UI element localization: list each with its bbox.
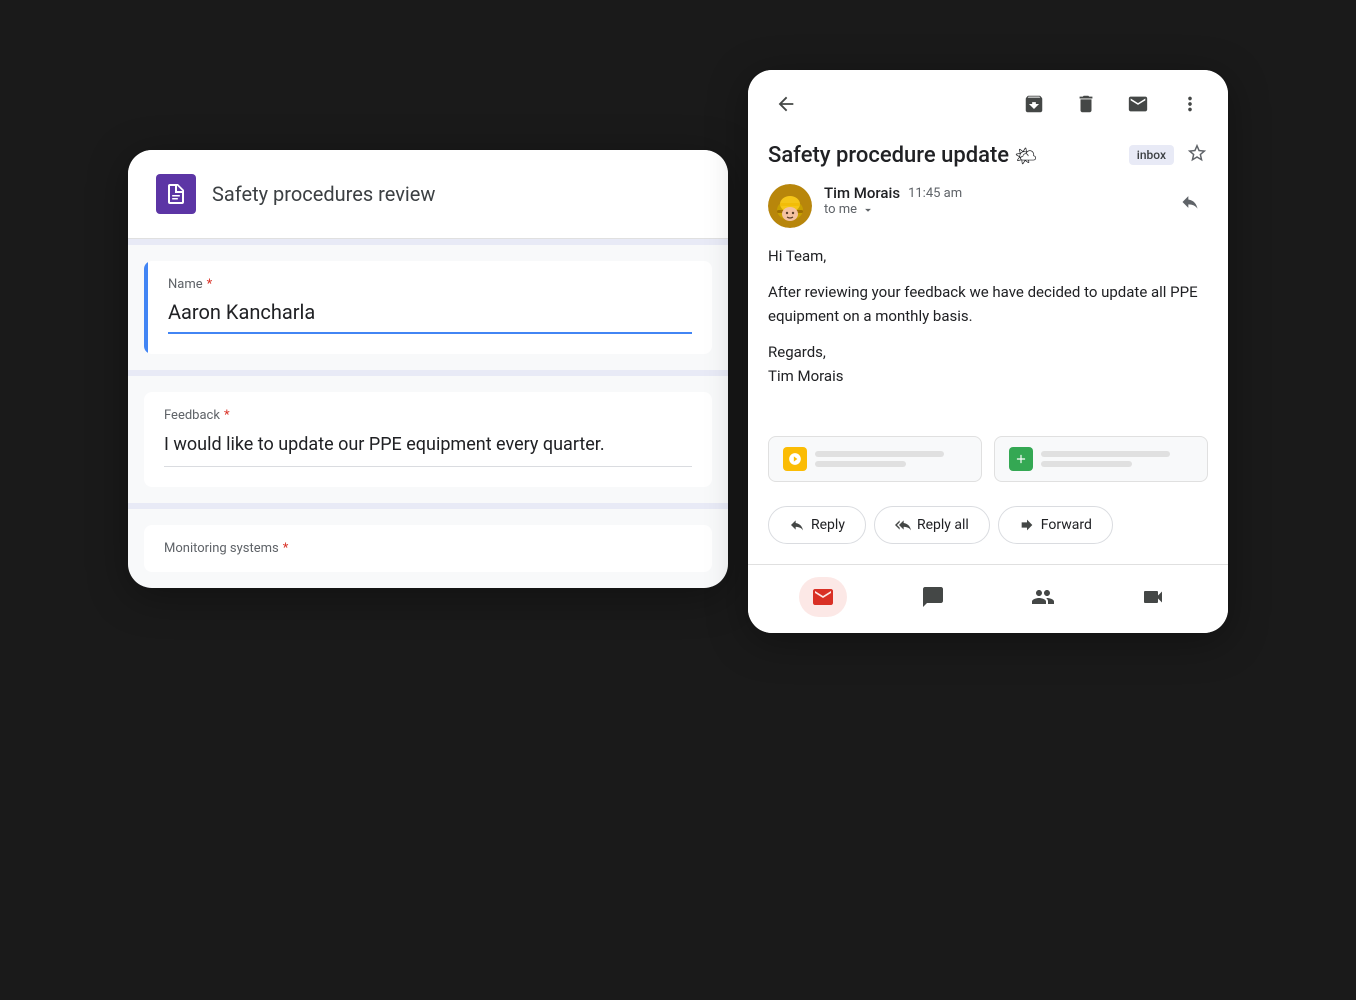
text-line — [1041, 451, 1170, 457]
text-line — [1041, 461, 1132, 467]
email-body-text: After reviewing your feedback we have de… — [768, 280, 1208, 328]
email-body: Hi Team, After reviewing your feedback w… — [748, 244, 1228, 420]
nav-chat[interactable] — [909, 577, 957, 617]
delete-button[interactable] — [1068, 86, 1104, 122]
toolbar-left — [768, 86, 804, 122]
toolbar-right — [1016, 86, 1208, 122]
name-required: * — [207, 277, 213, 292]
document-icon — [164, 182, 188, 206]
sender-name-row: Tim Morais 11:45 am — [824, 184, 1160, 202]
attachments-row — [748, 420, 1228, 498]
nav-meet[interactable] — [1129, 577, 1177, 617]
attachment-icon-yellow — [783, 447, 807, 471]
name-value[interactable]: Aaron Kancharla — [168, 300, 692, 334]
email-greeting: Hi Team, — [768, 244, 1208, 268]
form-divider — [128, 239, 728, 245]
text-line — [815, 461, 906, 467]
archive-button[interactable] — [1016, 86, 1052, 122]
action-buttons: Reply Reply all Forward — [748, 498, 1228, 564]
nav-spaces[interactable] — [1019, 577, 1067, 617]
attachment-chip-2[interactable] — [994, 436, 1208, 482]
sender-name: Tim Morais — [824, 184, 900, 202]
quick-reply-button[interactable] — [1172, 184, 1208, 220]
name-field-section: Name * Aaron Kancharla — [144, 261, 712, 354]
form-icon — [156, 174, 196, 214]
subject-row: Safety procedure update 🌤 inbox — [748, 138, 1228, 184]
sender-row: Tim Morais 11:45 am to me — [748, 184, 1228, 244]
email-regards: Regards, Tim Morais — [768, 340, 1208, 388]
attachment-icon-green — [1009, 447, 1033, 471]
feedback-field-section: Feedback * I would like to update our PP… — [144, 392, 712, 487]
feedback-required: * — [224, 408, 230, 423]
form-title: Safety procedures review — [212, 182, 435, 206]
attachment-1-text — [815, 451, 967, 467]
forward-button[interactable]: Forward — [998, 506, 1113, 544]
attachment-chip-1[interactable] — [768, 436, 982, 482]
weather-icon: 🌤 — [1015, 146, 1038, 167]
monitoring-required: * — [283, 541, 289, 556]
avatar-image — [768, 184, 812, 228]
form-header: Safety procedures review — [128, 150, 728, 239]
monitoring-label: Monitoring systems * — [164, 541, 692, 556]
monitoring-field-section: Monitoring systems * — [144, 525, 712, 572]
email-card: Safety procedure update 🌤 inbox — [748, 70, 1228, 633]
sender-to[interactable]: to me — [824, 202, 1160, 217]
form-card: Safety procedures review Name * Aaron Ka… — [128, 150, 728, 588]
star-button[interactable] — [1186, 142, 1208, 168]
attachment-2-text — [1041, 451, 1193, 467]
form-divider-2 — [128, 370, 728, 376]
name-field: Name * Aaron Kancharla — [144, 261, 712, 354]
back-button[interactable] — [768, 86, 804, 122]
mail-button[interactable] — [1120, 86, 1156, 122]
more-button[interactable] — [1172, 86, 1208, 122]
nav-mail[interactable] — [799, 577, 847, 617]
reply-all-button[interactable]: Reply all — [874, 506, 990, 544]
sender-info: Tim Morais 11:45 am to me — [824, 184, 1160, 217]
email-toolbar — [748, 70, 1228, 138]
form-divider-3 — [128, 503, 728, 509]
email-subject: Safety procedure update 🌤 — [768, 143, 1117, 168]
bottom-nav — [748, 564, 1228, 633]
name-label: Name * — [168, 277, 692, 292]
text-line — [815, 451, 944, 457]
feedback-value[interactable]: I would like to update our PPE equipment… — [164, 431, 692, 467]
feedback-label: Feedback * — [164, 408, 692, 423]
sender-avatar — [768, 184, 812, 228]
feedback-field: Feedback * I would like to update our PP… — [144, 392, 712, 487]
reply-button[interactable]: Reply — [768, 506, 866, 544]
inbox-badge[interactable]: inbox — [1129, 145, 1174, 165]
sender-time: 11:45 am — [908, 186, 962, 201]
